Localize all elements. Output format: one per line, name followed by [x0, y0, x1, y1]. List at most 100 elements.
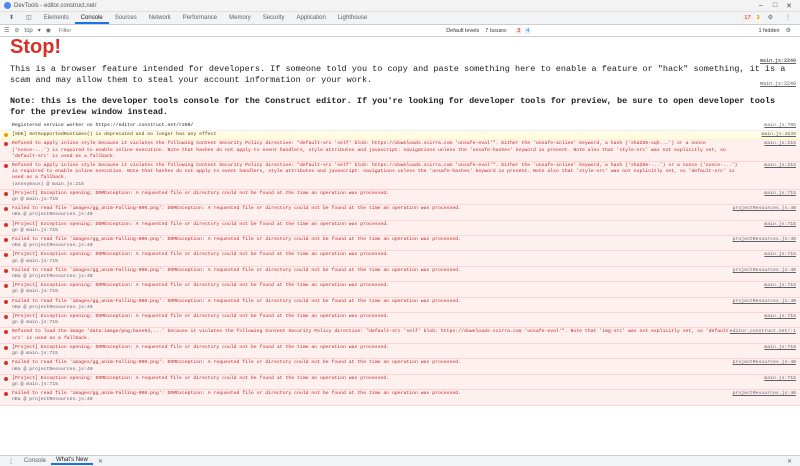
source-link[interactable]: main.js:215	[764, 141, 796, 147]
console-message[interactable]: Refused to apply inline style because it…	[0, 140, 800, 163]
drawer-menu-icon[interactable]: ⋮	[3, 458, 19, 465]
sidebar-toggle-icon[interactable]: ☰	[4, 27, 9, 34]
drawer-tab-console[interactable]: Console	[19, 458, 51, 464]
console-settings-icon[interactable]: ⚙	[786, 27, 791, 34]
stack-frame[interactable]: nKa @ projectResources.js:40	[12, 243, 740, 249]
tab-elements[interactable]: Elements	[38, 12, 75, 24]
stack-frame[interactable]: (anonymous) @ main.js:215	[12, 182, 740, 188]
stack-frame[interactable]: gn @ main.js:715	[12, 228, 740, 234]
stop-title: Stop!	[10, 36, 62, 58]
tab-application[interactable]: Application	[290, 12, 331, 24]
tab-network[interactable]: Network	[143, 12, 177, 24]
error-count-badge[interactable]: 17	[742, 15, 753, 21]
context-selector[interactable]: top	[24, 28, 32, 34]
note-text: Note: this is the developer tools consol…	[10, 96, 776, 117]
error-icon	[4, 268, 8, 273]
console-message[interactable]: Failed to read file 'images/gg_anim-Fall…	[0, 266, 800, 283]
warning-count-badge[interactable]: 3	[754, 15, 762, 21]
maximize-button[interactable]: □	[768, 2, 782, 9]
window-title: DevTools - editor.construct.net/	[14, 2, 97, 9]
message-text: Refused to apply inline style because it…	[12, 163, 738, 181]
console-message[interactable]: [Project] Exception opening: DOMExceptio…	[0, 282, 800, 298]
source-link[interactable]: main.js:705	[764, 123, 796, 129]
source-link[interactable]: main.js:715	[764, 345, 796, 351]
settings-gear-icon[interactable]: ⚙	[762, 12, 779, 24]
tab-lighthouse[interactable]: Lighthouse	[332, 12, 373, 24]
console-message[interactable]: [Project] Exception opening: DOMExceptio…	[0, 189, 800, 206]
clear-console-icon[interactable]: ⊘	[14, 27, 19, 34]
source-link[interactable]: main.js:715	[764, 222, 796, 228]
tab-performance[interactable]: Performance	[177, 12, 223, 24]
source-link[interactable]: main.js:715	[764, 283, 796, 289]
stop-banner: Stop! main.js:2240	[0, 36, 800, 64]
issues-label[interactable]: 7 Issues:	[485, 28, 507, 34]
console-message[interactable]: Refused to apply inline style because it…	[0, 162, 800, 190]
source-link[interactable]: main.js:715	[764, 252, 796, 258]
eye-icon[interactable]: ◉	[46, 27, 51, 34]
more-options-icon[interactable]: ⋮	[779, 12, 797, 24]
source-link[interactable]: main.js:715	[764, 376, 796, 382]
console-message[interactable]: [Project] Exception opening: DOMExceptio…	[0, 313, 800, 329]
console-message[interactable]: Registered service worker on https://edi…	[0, 122, 800, 132]
error-icon	[4, 191, 8, 196]
console-message[interactable]: Failed to read file 'images/gg_anim-Fall…	[0, 205, 800, 221]
console-message[interactable]: [Project] Exception opening: DOMExceptio…	[0, 251, 800, 267]
stack-frame[interactable]: gn @ main.js:715	[12, 197, 740, 203]
console-message[interactable]: [Project] Exception opening: DOMExceptio…	[0, 220, 800, 237]
console-message[interactable]: Failed to read file 'images/gg_anim-Fall…	[0, 236, 800, 252]
console-message[interactable]: [Project] Exception opening: DOMExceptio…	[0, 374, 800, 391]
close-drawer-icon[interactable]: ✕	[782, 458, 797, 465]
error-icon	[4, 284, 8, 289]
window-titlebar: DevTools - editor.construct.net/ – □ ✕	[0, 0, 800, 12]
stack-frame[interactable]: nKa @ projectResources.js:40	[12, 367, 740, 373]
source-link[interactable]: main.js:2240	[760, 79, 796, 90]
device-toolbar-icon[interactable]: ◫	[20, 12, 38, 24]
source-link[interactable]: main.js:3539	[761, 132, 796, 138]
console-message[interactable]: Failed to read file 'images/gg_anim-Fall…	[0, 359, 800, 375]
filter-input[interactable]	[59, 26, 220, 35]
issues-error-badge[interactable]: 3	[515, 27, 523, 34]
error-icon	[4, 361, 8, 366]
stack-frame[interactable]: gn @ main.js:715	[12, 259, 740, 265]
minimize-button[interactable]: –	[754, 2, 768, 9]
stack-frame[interactable]: nKa @ projectResources.js:40	[12, 212, 740, 218]
console-message[interactable]: [Project] Exception opening: DOMExceptio…	[0, 343, 800, 360]
source-link[interactable]: main.js:715	[764, 314, 796, 320]
close-tab-icon[interactable]: ✕	[93, 458, 108, 465]
tab-security[interactable]: Security	[257, 12, 291, 24]
source-link[interactable]: main.js:215	[764, 163, 796, 169]
source-link[interactable]: editor.construct.net/:1	[730, 329, 796, 335]
drawer-tab-whats-new[interactable]: What's New	[51, 457, 93, 465]
stack-frame[interactable]: gn @ main.js:715	[12, 382, 740, 388]
console-message[interactable]: [SDK] SetSupportedRuntimes() is deprecat…	[0, 131, 800, 141]
tab-console[interactable]: Console	[74, 12, 109, 24]
source-link[interactable]: projectResources.js:40	[733, 360, 796, 366]
close-button[interactable]: ✕	[782, 2, 796, 10]
devtools-tabbar: ⬍ ◫ Elements Console Sources Network Per…	[0, 12, 800, 25]
stack-frame[interactable]: gn @ main.js:715	[12, 289, 740, 295]
source-link[interactable]: projectResources.js:40	[733, 237, 796, 243]
stack-frame[interactable]: gn @ main.js:715	[12, 351, 740, 357]
inspect-icon[interactable]: ⬍	[3, 12, 20, 24]
message-list: Registered service worker on https://edi…	[0, 122, 800, 406]
stack-frame[interactable]: nKa @ projectResources.js:40	[12, 397, 740, 403]
console-message[interactable]: Failed to read file 'images/gg_anim-Fall…	[0, 390, 800, 406]
source-link[interactable]: projectResources.js:40	[733, 391, 796, 397]
console-message[interactable]: Refused to load the image 'data:image/pn…	[0, 328, 800, 344]
stack-frame[interactable]: nKa @ projectResources.js:40	[12, 305, 740, 311]
tab-sources[interactable]: Sources	[109, 12, 143, 24]
source-link[interactable]: projectResources.js:40	[733, 268, 796, 274]
warning-text: This is a browser feature intended for d…	[10, 64, 786, 85]
error-icon	[4, 315, 8, 320]
message-text: Refused to apply inline style because it…	[12, 141, 726, 159]
stack-frame[interactable]: gn @ main.js:715	[12, 320, 740, 326]
stack-frame[interactable]: nKa @ projectResources.js:40	[12, 274, 740, 280]
source-link[interactable]: projectResources.js:40	[733, 299, 796, 305]
console-message[interactable]: Failed to read file 'images/gg_anim-Fall…	[0, 297, 800, 314]
tab-memory[interactable]: Memory	[223, 12, 257, 24]
issues-info-badge[interactable]: 4	[524, 27, 532, 34]
console-output[interactable]: Stop! main.js:2240 This is a browser fea…	[0, 36, 800, 456]
log-levels-dropdown[interactable]: Default levels	[446, 28, 479, 34]
source-link[interactable]: main.js:715	[764, 191, 796, 197]
source-link[interactable]: projectResources.js:40	[733, 206, 796, 212]
